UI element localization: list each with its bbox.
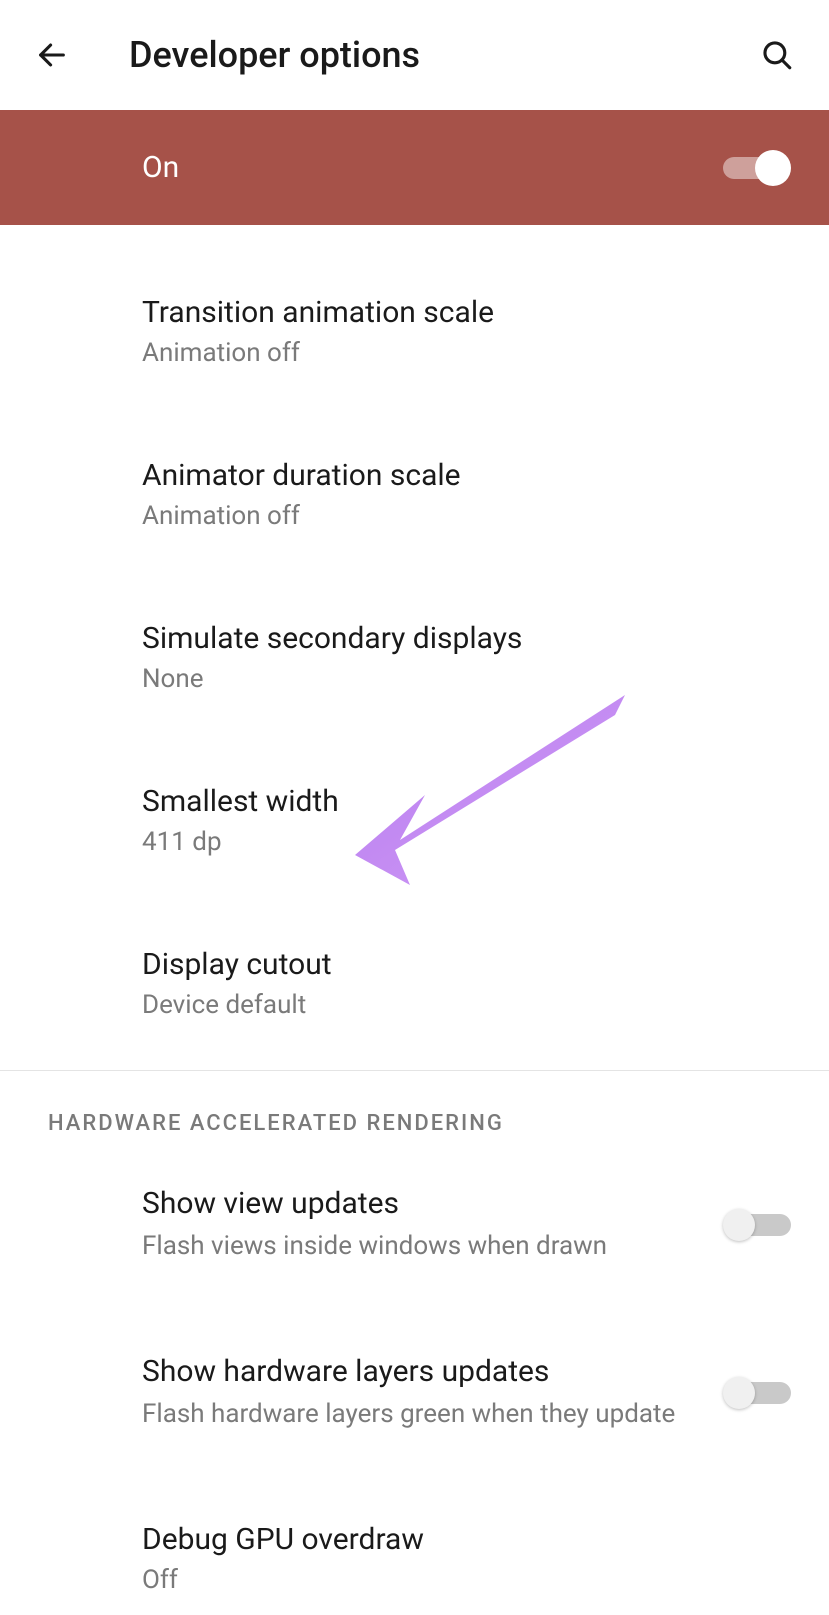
switch-thumb <box>723 1377 755 1409</box>
toggle-switch[interactable] <box>723 1205 791 1245</box>
setting-title: Show view updates <box>142 1186 703 1221</box>
setting-description: Flash views inside windows when drawn <box>142 1229 703 1264</box>
setting-smallest-width[interactable]: Smallest width 411 dp <box>0 764 829 877</box>
search-button[interactable] <box>755 33 799 77</box>
setting-show-view-updates[interactable]: Show view updates Flash views inside win… <box>0 1166 829 1284</box>
arrow-left-icon <box>35 38 69 72</box>
setting-simulate-secondary-displays[interactable]: Simulate secondary displays None <box>0 601 829 714</box>
master-toggle-label: On <box>142 150 723 185</box>
setting-value: 411 dp <box>142 827 791 857</box>
master-toggle-row[interactable]: On <box>0 110 829 225</box>
search-icon <box>760 38 794 72</box>
setting-value: None <box>142 664 791 694</box>
setting-value: Animation off <box>142 501 791 531</box>
section-header-hardware-rendering: HARDWARE ACCELERATED RENDERING <box>0 1071 829 1166</box>
setting-debug-gpu-overdraw[interactable]: Debug GPU overdraw Off <box>0 1502 829 1615</box>
setting-title: Smallest width <box>142 784 791 819</box>
switch-thumb <box>755 150 791 186</box>
setting-value: Animation off <box>142 338 791 368</box>
settings-list: Transition animation scale Animation off… <box>0 225 829 1040</box>
setting-title: Display cutout <box>142 947 791 982</box>
master-toggle-switch[interactable] <box>723 148 791 188</box>
toggle-switch[interactable] <box>723 1373 791 1413</box>
setting-title: Simulate secondary displays <box>142 621 791 656</box>
setting-title: Transition animation scale <box>142 295 791 330</box>
setting-animator-duration-scale[interactable]: Animator duration scale Animation off <box>0 438 829 551</box>
setting-value: Off <box>142 1565 791 1595</box>
setting-display-cutout[interactable]: Display cutout Device default <box>0 927 829 1040</box>
setting-title: Debug GPU overdraw <box>142 1522 791 1557</box>
setting-transition-animation-scale[interactable]: Transition animation scale Animation off <box>0 275 829 388</box>
setting-description: Flash hardware layers green when they up… <box>142 1397 703 1432</box>
page-title: Developer options <box>129 34 755 76</box>
switch-thumb <box>723 1209 755 1241</box>
setting-title: Animator duration scale <box>142 458 791 493</box>
setting-value: Device default <box>142 990 791 1020</box>
back-button[interactable] <box>30 33 74 77</box>
setting-show-hardware-layers-updates[interactable]: Show hardware layers updates Flash hardw… <box>0 1334 829 1452</box>
app-header: Developer options <box>0 0 829 110</box>
setting-title: Show hardware layers updates <box>142 1354 703 1389</box>
